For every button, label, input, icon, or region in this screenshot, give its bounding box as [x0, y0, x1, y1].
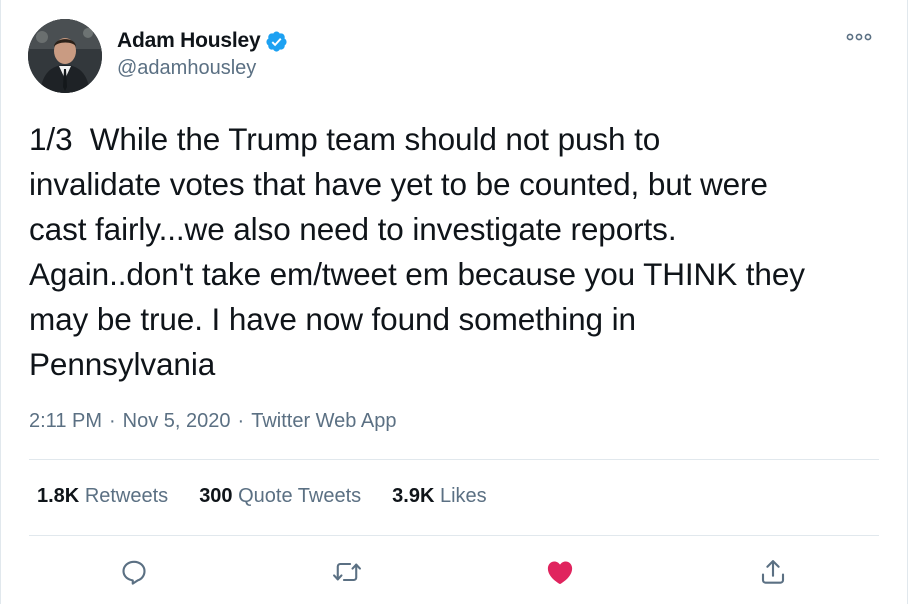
avatar-image [28, 19, 102, 93]
likes-label: Likes [439, 485, 487, 507]
share-icon [761, 560, 785, 584]
reply-button[interactable] [114, 552, 154, 592]
quote-tweets-stat[interactable]: 300 Quote Tweets [199, 485, 361, 508]
author-handle[interactable]: @adamhousley [117, 57, 288, 80]
heart-icon [547, 561, 573, 584]
reply-icon [122, 560, 146, 585]
tweet-actions [1, 552, 908, 592]
divider [29, 535, 879, 536]
like-button[interactable] [540, 552, 580, 592]
likes-stat[interactable]: 3.9K Likes [392, 485, 487, 508]
display-name[interactable]: Adam Housley [117, 29, 261, 53]
retweets-count: 1.8K [37, 485, 80, 507]
display-name-row: Adam Housley [117, 28, 288, 54]
tweet-source[interactable]: Twitter Web App [251, 410, 396, 433]
meta-separator: · [109, 410, 116, 432]
verified-badge-icon [265, 30, 288, 53]
divider [29, 459, 879, 460]
retweet-icon [333, 562, 361, 582]
tweet-stats: 1.8K Retweets 300 Quote Tweets 3.9K Like… [37, 485, 518, 508]
more-icon[interactable] [843, 27, 875, 47]
quote-tweets-label: Quote Tweets [238, 485, 362, 507]
tweet-time[interactable]: 2:11 PM [29, 410, 102, 433]
tweet-text: 1/3 While the Trump team should not push… [29, 121, 805, 382]
retweets-label: Retweets [84, 485, 169, 507]
tweet-header: Adam Housley @adamhousley [28, 19, 879, 95]
likes-count: 3.9K [392, 485, 435, 507]
share-button[interactable] [753, 552, 793, 592]
tweet-card: Adam Housley @adamhousley 1/3 While the … [0, 0, 908, 604]
meta-separator: · [237, 410, 245, 432]
retweets-stat[interactable]: 1.8K Retweets [37, 485, 168, 508]
tweet-metadata: 2:11 PM · Nov 5, 2020 · Twitter Web App [29, 410, 396, 433]
retweet-button[interactable] [327, 552, 367, 592]
author-names: Adam Housley @adamhousley [117, 28, 288, 80]
quote-tweets-count: 300 [199, 485, 233, 507]
avatar[interactable] [28, 19, 102, 93]
tweet-date[interactable]: Nov 5, 2020 [123, 410, 231, 433]
